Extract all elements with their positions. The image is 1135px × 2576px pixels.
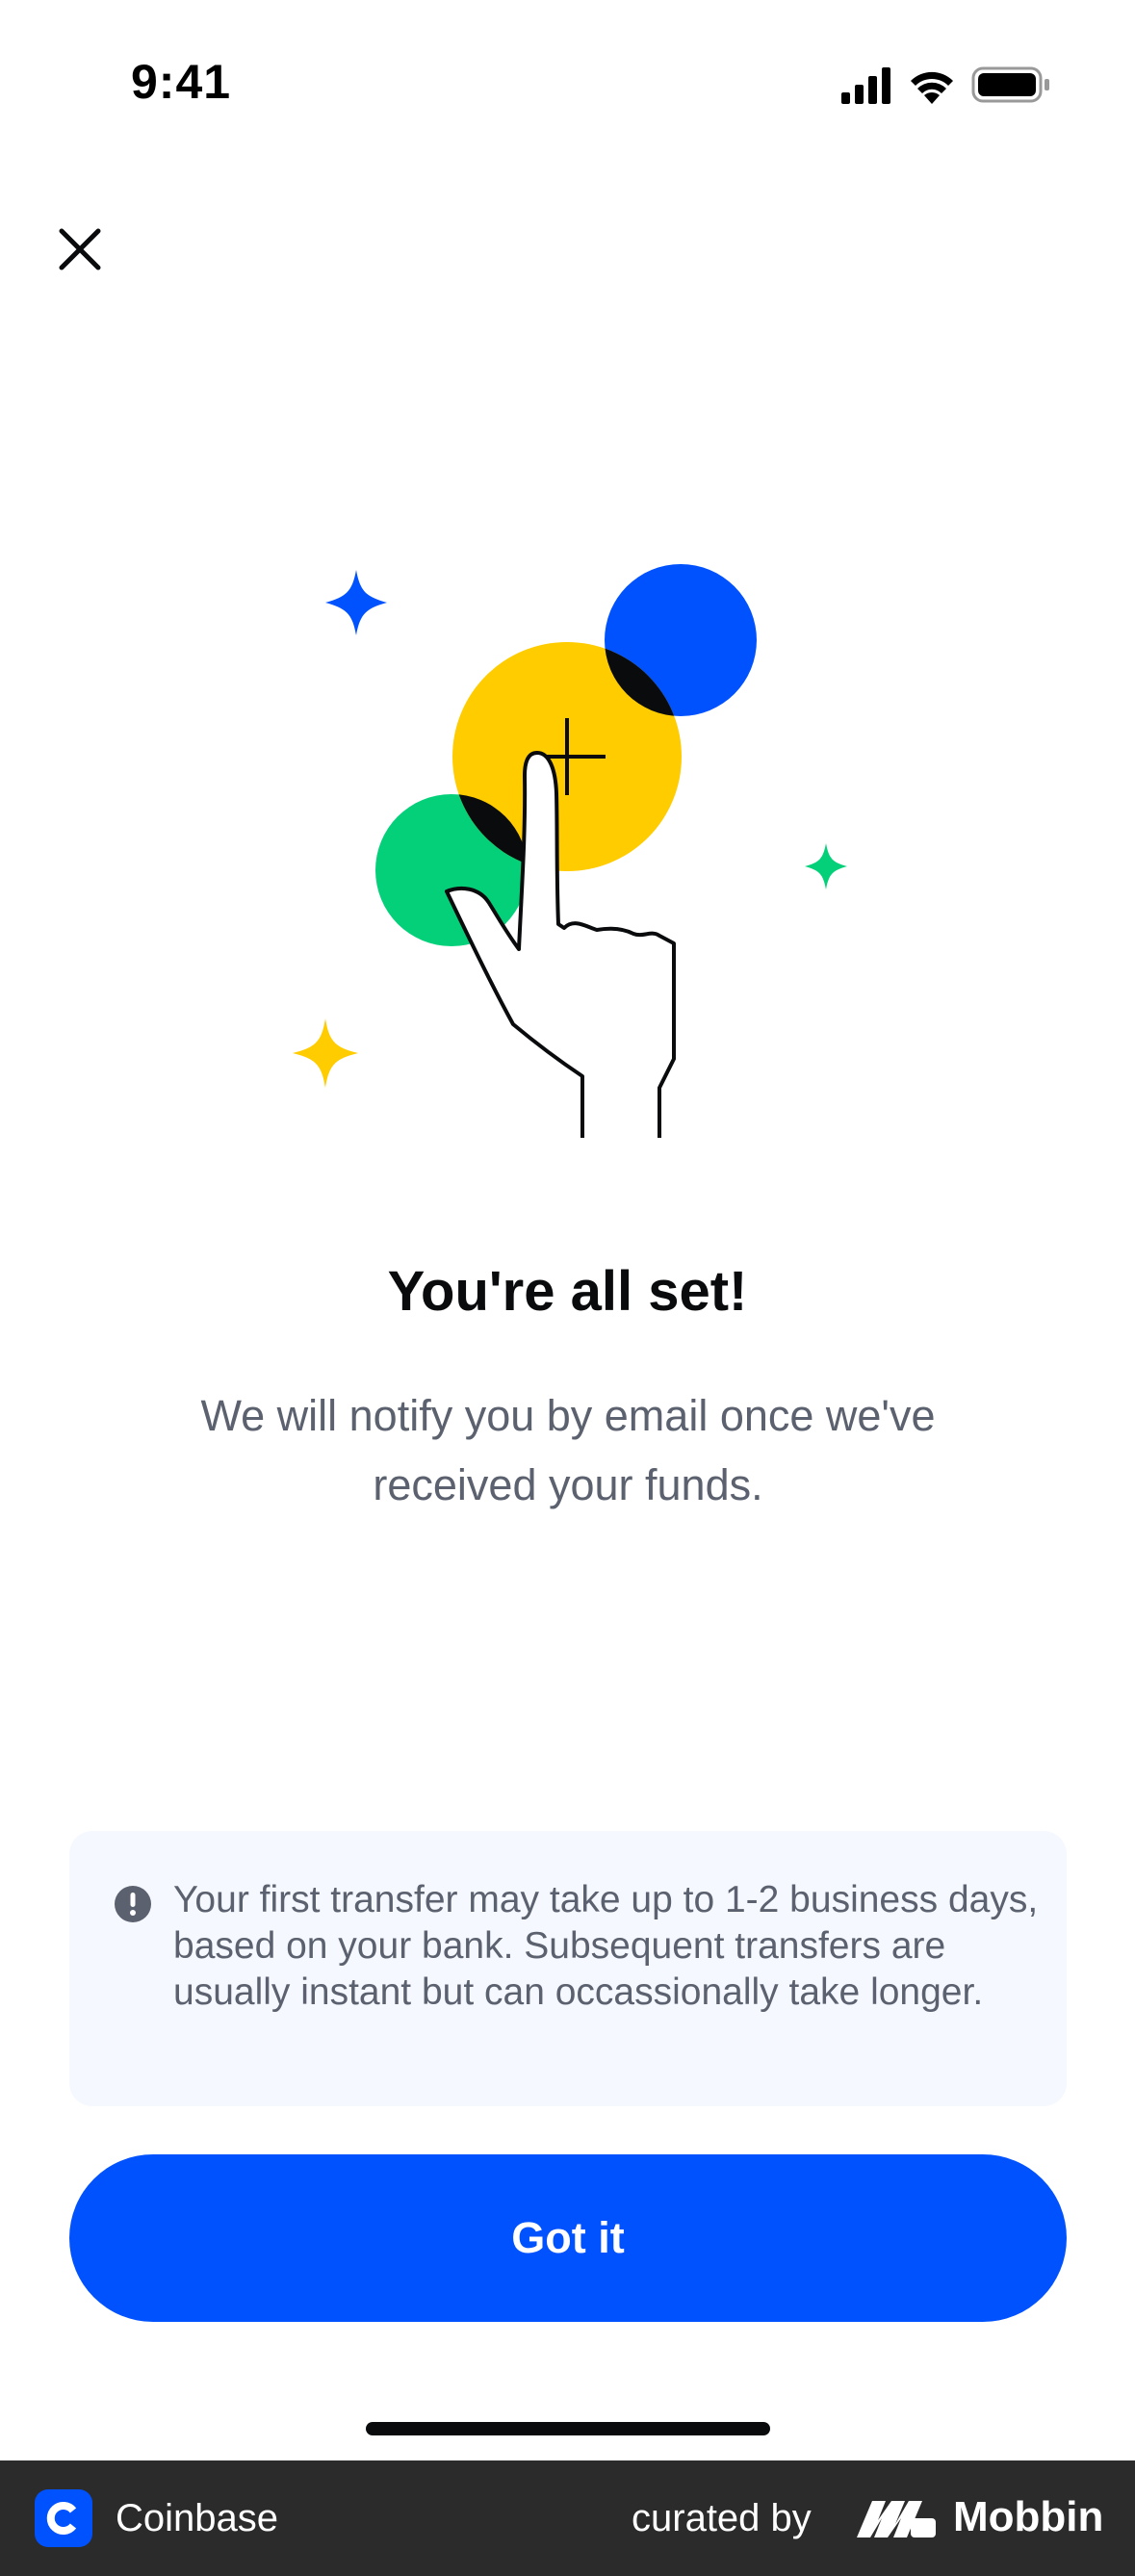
footer-curated-by: curated by (632, 2497, 812, 2539)
exclamation-circle-icon (115, 1886, 151, 1922)
close-icon (59, 228, 101, 270)
wifi-icon (911, 71, 953, 104)
status-icons (841, 66, 1049, 104)
tap-to-add-hand-illustration (293, 564, 847, 1138)
footer-brand: Mobbin (953, 2493, 1104, 2540)
coinbase-logo-icon (35, 2489, 92, 2547)
battery-icon (971, 66, 1049, 103)
blue-sparkle-icon (325, 570, 387, 635)
cellular-signal-icon (841, 67, 890, 104)
got-it-button[interactable]: Got it (69, 2154, 1067, 2322)
close-button[interactable] (48, 218, 112, 281)
status-time: 9:41 (131, 55, 232, 109)
page-title: You're all set! (387, 1260, 748, 1323)
home-indicator (366, 2422, 770, 2435)
footer-app-name: Coinbase (116, 2497, 279, 2539)
mobbin-logo-icon (857, 2501, 936, 2537)
footer-bar: Coinbase curated by Mobbin (0, 2460, 1135, 2576)
yellow-sparkle-icon (293, 1018, 358, 1088)
info-notice: Your first transfer may take up to 1-2 b… (69, 1831, 1067, 2106)
green-sparkle-icon (805, 843, 847, 889)
status-bar: 9:41 (0, 0, 1135, 164)
page-subtitle: We will notify you by email once we've r… (200, 1391, 936, 1509)
notice-text: Your first transfer may take up to 1-2 b… (173, 1879, 1039, 2013)
